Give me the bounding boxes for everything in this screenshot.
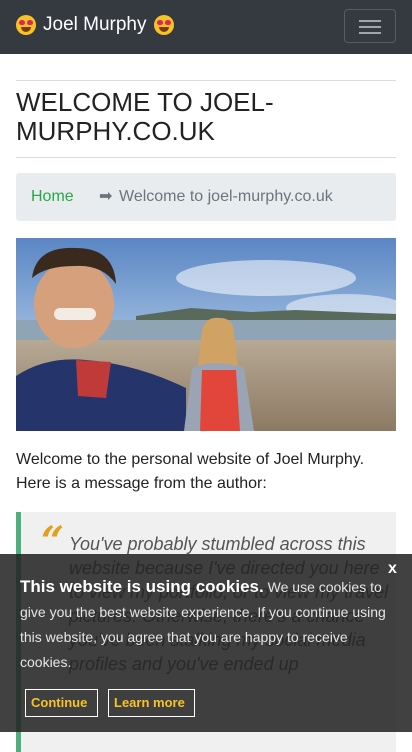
intro-text: Welcome to the personal website of Joel … (16, 451, 365, 492)
heart-eyes-emoji-icon (16, 15, 36, 35)
breadcrumb-arrow-icon: ➡ (99, 188, 113, 205)
divider (16, 157, 396, 158)
heart-eyes-emoji-icon (153, 15, 174, 35)
beach-selfie-photo (16, 238, 396, 431)
brand-link[interactable]: Joel Murphy (16, 12, 174, 38)
page-title: WELCOME TO JOEL-MURPHY.CO.UK (16, 87, 274, 146)
brand-name: Joel Murphy (43, 14, 147, 35)
learn-more-button[interactable]: Learn more (108, 689, 195, 717)
cookie-title: This website is using cookies. (20, 577, 264, 596)
navbar: Joel Murphy (0, 0, 412, 54)
cookie-message: This website is using cookies. We use co… (20, 574, 392, 675)
continue-button[interactable]: Continue (25, 689, 98, 717)
breadcrumb-home-link[interactable]: Home (31, 173, 74, 221)
menu-toggle-button[interactable] (344, 9, 396, 43)
breadcrumb-current: Welcome to joel-murphy.co.uk (119, 188, 333, 205)
hamburger-menu-icon (359, 20, 381, 22)
breadcrumb: Home ➡ Welcome to joel-murphy.co.uk (16, 173, 396, 221)
divider (16, 80, 396, 81)
cookie-banner: x This website is using cookies. We use … (0, 554, 412, 732)
